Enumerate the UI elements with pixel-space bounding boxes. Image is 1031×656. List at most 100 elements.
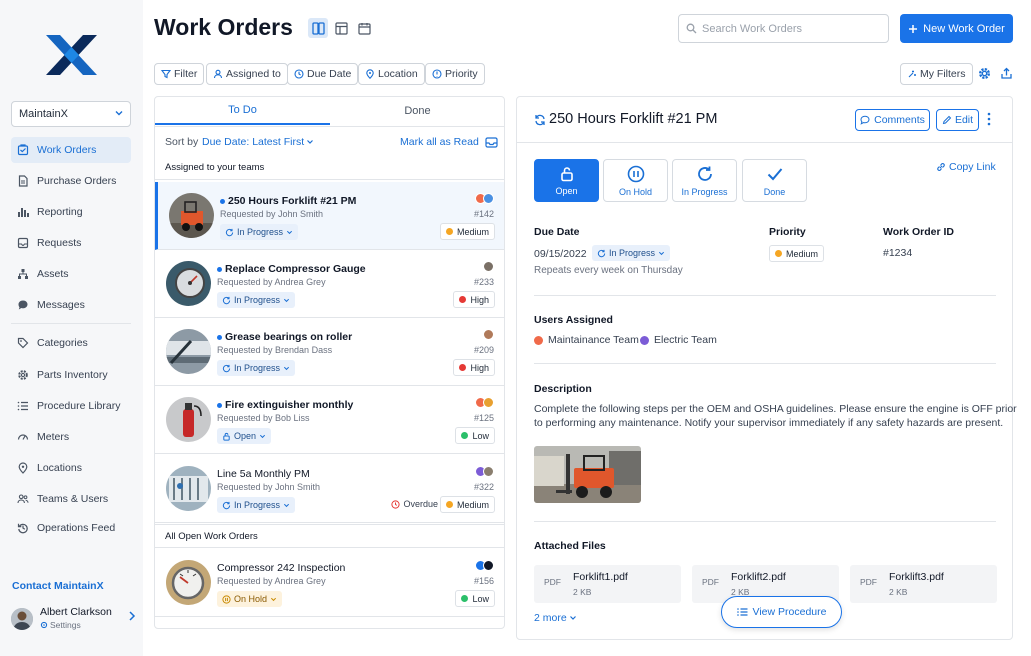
tab-to-do[interactable]: To Do bbox=[155, 97, 330, 125]
status-badge[interactable]: In Progress bbox=[217, 497, 296, 513]
pdf-icon: PDF bbox=[544, 577, 561, 587]
due-status-badge[interactable]: In Progress bbox=[592, 245, 671, 261]
copy-link-button[interactable]: Copy Link bbox=[936, 161, 996, 173]
mark-all-read-button[interactable]: Mark all as Read bbox=[400, 136, 498, 148]
gear-icon bbox=[40, 621, 48, 629]
work-order-thumbnail bbox=[169, 193, 214, 238]
sidebar-item-messages[interactable]: Messages bbox=[11, 292, 131, 318]
chevron-right-icon[interactable] bbox=[128, 610, 136, 622]
search-placeholder: Search Work Orders bbox=[702, 22, 803, 35]
check-icon bbox=[766, 165, 784, 183]
work-order-card[interactable]: Replace Compressor Gauge Requested by And… bbox=[155, 250, 504, 318]
calendar-view-button[interactable] bbox=[354, 18, 374, 38]
contact-link[interactable]: Contact MaintainX bbox=[12, 580, 104, 592]
work-order-card[interactable]: Compressor 242 Inspection Requested by An… bbox=[155, 549, 504, 617]
sidebar-item-locations[interactable]: Locations bbox=[11, 455, 131, 481]
section-header-all-open: All Open Work Orders bbox=[155, 524, 504, 548]
sidebar-item-categories[interactable]: Categories bbox=[11, 330, 131, 356]
assigned-to-filter[interactable]: Assigned to bbox=[206, 63, 288, 85]
sidebar-item-procedure-library[interactable]: Procedure Library bbox=[11, 393, 131, 419]
sidebar-item-requests[interactable]: Requests bbox=[11, 230, 131, 256]
organization-select[interactable]: MaintainX bbox=[11, 101, 131, 127]
maintainx-logo[interactable] bbox=[44, 33, 99, 77]
user-profile[interactable]: Albert Clarkson Settings bbox=[11, 604, 136, 634]
sidebar-item-label: Procedure Library bbox=[37, 400, 121, 412]
attached-file[interactable]: PDF Forklift3.pdf 2 KB bbox=[850, 565, 997, 603]
sidebar-item-operations-feed[interactable]: Operations Feed bbox=[11, 515, 131, 541]
location-filter[interactable]: Location bbox=[358, 63, 425, 85]
overdue-indicator: Overdue bbox=[391, 499, 438, 509]
sort-bar: Sort by Due Date: Latest First Mark all … bbox=[155, 126, 504, 156]
status-in-progress-button[interactable]: In Progress bbox=[672, 159, 737, 202]
status-open-button[interactable]: Open bbox=[534, 159, 599, 202]
status-on-hold-button[interactable]: On Hold bbox=[603, 159, 668, 202]
status-open-label: Open bbox=[555, 185, 578, 196]
export-icon[interactable] bbox=[1000, 67, 1013, 80]
sidebar-item-assets[interactable]: Assets bbox=[11, 261, 131, 287]
overdue-label: Overdue bbox=[403, 499, 438, 509]
new-work-order-button[interactable]: New Work Order bbox=[900, 14, 1013, 43]
work-order-card[interactable]: Grease bearings on roller Requested by Br… bbox=[155, 318, 504, 386]
settings-gear-icon[interactable] bbox=[978, 67, 991, 80]
unread-dot bbox=[220, 198, 225, 204]
work-order-card[interactable]: Line 5a Monthly PM Requested by John Smit… bbox=[155, 455, 504, 523]
sidebar-item-reporting[interactable]: Reporting bbox=[11, 199, 131, 225]
status-badge[interactable]: Open bbox=[217, 428, 272, 444]
sidebar-item-meters[interactable]: Meters bbox=[11, 424, 131, 450]
status-badge[interactable]: In Progress bbox=[217, 292, 296, 308]
status-badge[interactable]: On Hold bbox=[217, 591, 283, 607]
tab-done[interactable]: Done bbox=[330, 97, 504, 125]
sidebar-item-purchase-orders[interactable]: Purchase Orders bbox=[11, 168, 131, 194]
settings-link[interactable]: Settings bbox=[50, 620, 81, 630]
divider bbox=[534, 363, 996, 364]
due-date-filter[interactable]: Due Date bbox=[287, 63, 359, 85]
copy-link-label: Copy Link bbox=[949, 161, 996, 173]
reporting-icon bbox=[17, 206, 29, 218]
sort-select[interactable]: Due Date: Latest First bbox=[202, 136, 314, 148]
status-badge[interactable]: In Progress bbox=[217, 360, 296, 376]
priority-label: High bbox=[470, 294, 489, 305]
detail-title: 250 Hours Forklift #21 PM bbox=[549, 111, 718, 127]
priority-filter[interactable]: Priority bbox=[425, 63, 485, 85]
filter-button[interactable]: Filter bbox=[154, 63, 205, 85]
sidebar-item-teams-users[interactable]: Teams & Users bbox=[11, 486, 131, 512]
status-done-button[interactable]: Done bbox=[742, 159, 807, 202]
status-badge[interactable]: In Progress bbox=[220, 224, 299, 240]
chevron-down-icon bbox=[114, 108, 124, 118]
status-label: In Progress bbox=[237, 227, 284, 237]
work-order-card[interactable]: Fire extinguisher monthly Requested by Bo… bbox=[155, 386, 504, 454]
priority-badge[interactable]: Medium bbox=[769, 245, 825, 262]
organization-name: MaintainX bbox=[19, 108, 68, 120]
unread-dot bbox=[217, 334, 222, 340]
work-order-number: #142 bbox=[473, 209, 494, 219]
sidebar-item-parts-inventory[interactable]: Parts Inventory bbox=[11, 362, 131, 388]
view-procedure-button[interactable]: View Procedure bbox=[721, 596, 842, 628]
view-procedure-label: View Procedure bbox=[752, 606, 827, 618]
assigned-team-electric[interactable]: Electric Team bbox=[640, 334, 717, 346]
chevron-down-icon bbox=[569, 614, 577, 622]
comments-button[interactable]: Comments bbox=[855, 109, 930, 131]
search-input[interactable]: Search Work Orders bbox=[678, 14, 889, 43]
edit-button[interactable]: Edit bbox=[936, 109, 979, 131]
file-name: Forklift1.pdf bbox=[573, 571, 628, 583]
clock-icon bbox=[391, 499, 401, 509]
sidebar-item-work-orders[interactable]: Work Orders bbox=[11, 137, 131, 163]
work-order-card[interactable]: 250 Hours Forklift #21 PM Requested by Jo… bbox=[155, 182, 504, 250]
file-size: 2 KB bbox=[573, 587, 592, 597]
location-icon bbox=[365, 69, 375, 79]
section-header-assigned: Assigned to your teams bbox=[155, 156, 504, 180]
mark-all-read-label: Mark all as Read bbox=[400, 136, 479, 148]
list-view-button[interactable] bbox=[308, 18, 328, 38]
comments-label: Comments bbox=[874, 114, 925, 126]
forklift-photo[interactable] bbox=[534, 446, 641, 503]
priority-dot bbox=[459, 364, 467, 371]
attached-file[interactable]: PDF Forklift1.pdf 2 KB bbox=[534, 565, 681, 603]
priority-dot bbox=[775, 250, 782, 257]
assigned-team-maintenance[interactable]: Maintainance Team bbox=[534, 334, 639, 346]
table-view-button[interactable] bbox=[331, 18, 351, 38]
more-files-label: 2 more bbox=[534, 612, 567, 624]
my-filters-button[interactable]: My Filters bbox=[900, 63, 973, 85]
sidebar-item-label: Messages bbox=[37, 299, 85, 311]
more-files-button[interactable]: 2 more bbox=[534, 612, 577, 624]
more-options-icon[interactable] bbox=[987, 112, 991, 126]
